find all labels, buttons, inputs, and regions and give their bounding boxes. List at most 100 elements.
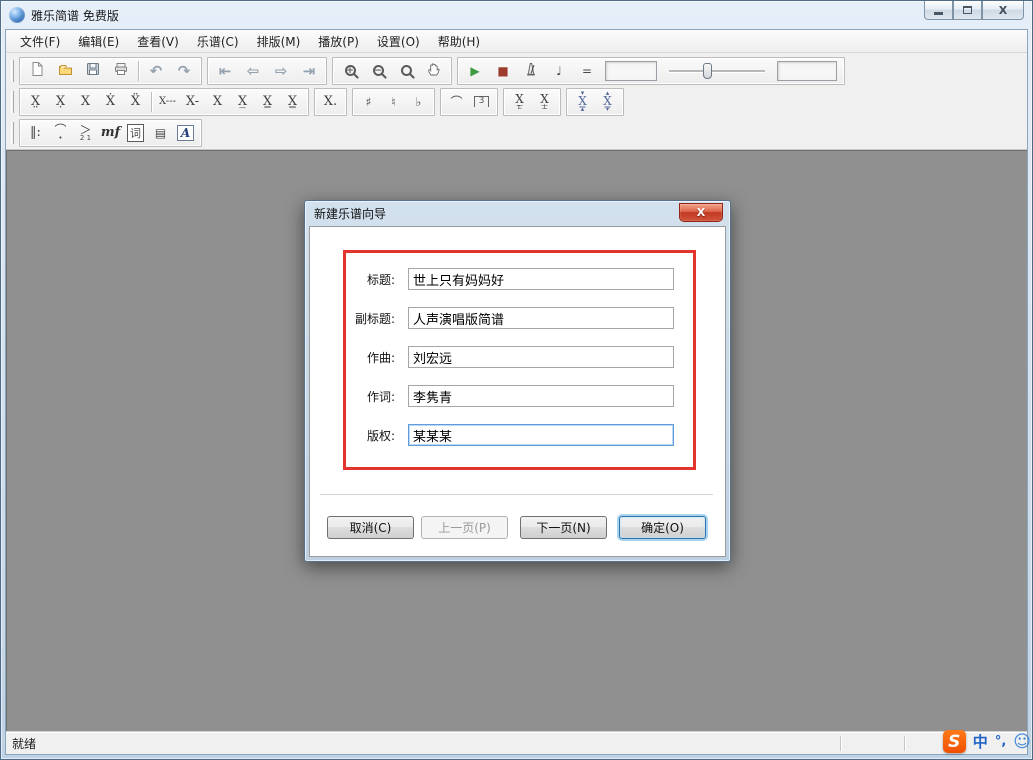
toolbar-grip[interactable] [11, 91, 14, 113]
eighth-note-icon[interactable]: X̲ [230, 90, 255, 114]
open-file-icon [57, 61, 74, 80]
menu-item-1[interactable]: 文件(F) [12, 30, 68, 53]
whole-note-icon[interactable]: X--- [155, 90, 180, 114]
cancel-button[interactable]: 取消(C) [327, 516, 414, 539]
octave-middle-icon[interactable]: X [73, 90, 98, 114]
toolbar-row-1: ↶↷ ⇤⇦⇨⇥ +− ▶■ ♩ = [8, 55, 1027, 86]
minimize-button[interactable] [924, 1, 953, 20]
menu-item-2[interactable]: 编辑(E) [70, 30, 127, 53]
toolbar-grip[interactable] [11, 122, 14, 144]
toolbar-group: ⌒3 [440, 88, 498, 116]
menu-bar: 文件(F)编辑(E)查看(V)乐谱(C)排版(M)播放(P)设置(O)帮助(H) [6, 30, 1027, 53]
dialog-title-bar: 新建乐谱向导 [305, 201, 730, 226]
slur-icon[interactable]: ⌒ [444, 90, 469, 114]
toolbar-grip[interactable] [11, 60, 14, 82]
sharp-icon[interactable]: ♯ [356, 90, 381, 114]
zoom-out-icon[interactable]: − [364, 59, 392, 83]
copyright-input[interactable] [408, 424, 674, 446]
octave-up-2-icon[interactable]: Ẍ [123, 90, 148, 114]
triplet-icon[interactable]: 3 [469, 90, 494, 114]
lyrics-icon[interactable]: 词 [123, 121, 148, 145]
last-page-icon[interactable]: ⇥ [295, 59, 323, 83]
status-bar: 就绪 S 中 °, ☺ [6, 731, 1027, 754]
redo-icon[interactable]: ↷ [170, 59, 198, 83]
new-file-icon[interactable] [23, 59, 51, 83]
dotted-note-icon[interactable]: X. [318, 90, 343, 114]
print-icon[interactable] [107, 59, 135, 83]
ok-button[interactable]: 确定(O) [619, 516, 706, 539]
stop-icon[interactable]: ■ [489, 59, 517, 83]
lyrics-icon: 词 [127, 124, 144, 142]
play-icon[interactable]: ▶ [461, 59, 489, 83]
eighth-note-icon: X̲ [238, 94, 247, 109]
menu-item-3[interactable]: 查看(V) [129, 30, 187, 53]
expand-pitch-icon[interactable]: ▴X̳▾ [595, 90, 620, 114]
open-file-icon[interactable] [51, 59, 79, 83]
menu-item-8[interactable]: 帮助(H) [430, 30, 488, 53]
menu-item-6[interactable]: 播放(P) [310, 30, 367, 53]
quarter-duration-icon: X [213, 94, 222, 109]
prev-page-icon[interactable]: ⇦ [239, 59, 267, 83]
toolbar-group: X̲ʟ X̲⊥ [503, 88, 561, 116]
save-file-icon[interactable] [79, 59, 107, 83]
pan-hand-icon[interactable] [420, 59, 448, 83]
tempo-box-2[interactable] [777, 61, 837, 81]
zoom-region-icon[interactable] [392, 59, 420, 83]
grace-note-up-icon[interactable]: X̲ʟ [507, 90, 532, 114]
field-label: 作曲: [310, 349, 402, 366]
flat-icon[interactable]: ♭ [406, 90, 431, 114]
close-button[interactable]: X [982, 1, 1024, 20]
fermata-icon[interactable]: ⌒• [48, 121, 73, 145]
octave-down-2-icon[interactable]: X̤ [23, 90, 48, 114]
compress-pitch-icon[interactable]: ▾X̳▴ [570, 90, 595, 114]
half-note-icon[interactable]: X- [180, 90, 205, 114]
octave-down-2-icon: X̤ [31, 94, 40, 109]
first-page-icon[interactable]: ⇤ [211, 59, 239, 83]
octave-up-1-icon[interactable]: Ẋ [98, 90, 123, 114]
dialog-field-row: 副标题: [310, 307, 680, 329]
toolbar-row-3: ‖:⌒•＞2 1mf词▤A [8, 117, 1027, 148]
repeat-barline-icon[interactable]: ‖: [23, 121, 48, 145]
next-page-icon[interactable]: ⇨ [267, 59, 295, 83]
title-input[interactable] [408, 268, 674, 290]
stack-bottom: 2 1 [80, 136, 91, 141]
sogou-icon[interactable]: S [943, 730, 966, 753]
font-icon[interactable]: A [173, 121, 198, 145]
ime-punctuation-icon[interactable]: °, [995, 734, 1006, 749]
stack-bottom: ▴ [581, 107, 585, 112]
ime-language-icon[interactable]: 中 [973, 731, 988, 752]
field-label: 版权: [310, 427, 402, 444]
zoom-in-icon[interactable]: + [336, 59, 364, 83]
tempo-box[interactable] [605, 61, 657, 81]
next-page-button[interactable]: 下一页(N) [520, 516, 607, 539]
flat-icon: ♭ [416, 95, 422, 109]
ime-emoji-icon[interactable]: ☺ [1013, 732, 1031, 752]
menu-item-5[interactable]: 排版(M) [249, 30, 309, 53]
text-block-icon[interactable]: ▤ [148, 121, 173, 145]
font-icon: A [177, 125, 194, 141]
tempo-slider[interactable] [669, 61, 765, 81]
equals-label[interactable]: = [573, 59, 601, 83]
dialog-close-button[interactable]: X [679, 203, 723, 222]
undo-icon[interactable]: ↶ [142, 59, 170, 83]
slider-thumb[interactable] [703, 63, 712, 79]
metronome-icon[interactable] [517, 59, 545, 83]
accent-fingering-icon[interactable]: ＞2 1 [73, 121, 98, 145]
natural-icon[interactable]: ♮ [381, 90, 406, 114]
thirtysecond-note-icon[interactable]: X̳̲ [280, 90, 305, 114]
menu-item-4[interactable]: 乐谱(C) [189, 30, 247, 53]
dynamics-mf-icon[interactable]: mf [98, 121, 123, 145]
quarter-note-icon[interactable]: ♩ [545, 59, 573, 83]
composer-input[interactable] [408, 346, 674, 368]
subtitle-input[interactable] [408, 307, 674, 329]
maximize-button[interactable] [953, 1, 982, 20]
dialog-field-row: 标题: [310, 268, 680, 290]
quarter-duration-icon[interactable]: X [205, 90, 230, 114]
menu-item-7[interactable]: 设置(O) [369, 30, 428, 53]
octave-down-1-icon[interactable]: X̣ [48, 90, 73, 114]
lyricist-input[interactable] [408, 385, 674, 407]
grace-note-down-icon: X̲⊥ [540, 94, 549, 110]
equals-label: = [582, 64, 592, 78]
grace-note-down-icon[interactable]: X̲⊥ [532, 90, 557, 114]
sixteenth-note-icon[interactable]: X̳ [255, 90, 280, 114]
